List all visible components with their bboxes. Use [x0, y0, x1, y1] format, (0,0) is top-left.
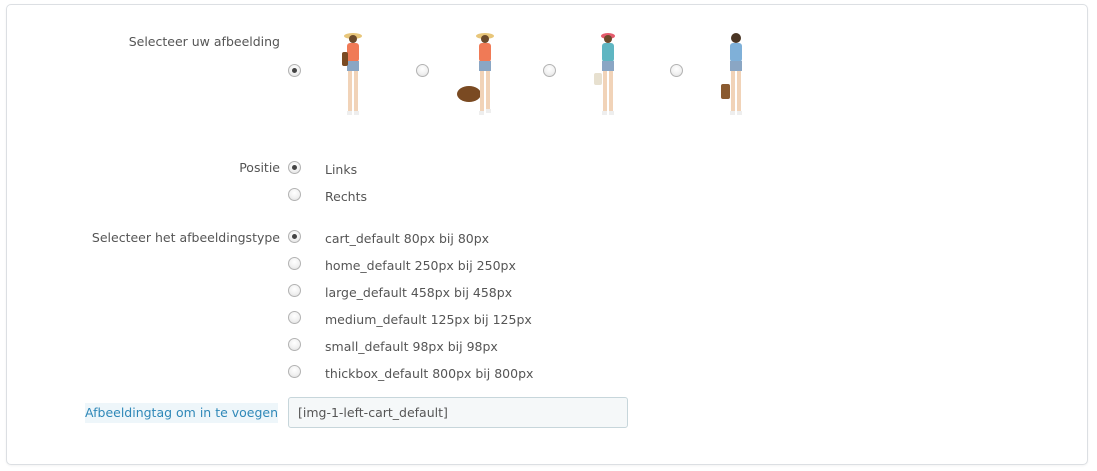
image-type-cart-label[interactable]: cart_default 80px bij 80px [325, 231, 489, 246]
image-type-thickbox-label[interactable]: thickbox_default 800px bij 800px [325, 366, 533, 381]
image-type-large-radio[interactable] [288, 284, 301, 297]
product-image-2[interactable] [455, 28, 511, 120]
image-type-medium-radio[interactable] [288, 311, 301, 324]
position-label: Positie [239, 160, 280, 175]
position-right-radio[interactable] [288, 188, 301, 201]
position-left-label[interactable]: Links [325, 162, 357, 177]
image-option-2-radio[interactable] [416, 64, 429, 77]
select-image-label: Selecteer uw afbeelding [128, 34, 280, 49]
product-image-4[interactable] [708, 28, 764, 120]
image-type-home-label[interactable]: home_default 250px bij 250px [325, 258, 516, 273]
image-type-medium-label[interactable]: medium_default 125px bij 125px [325, 312, 532, 327]
position-left-radio[interactable] [288, 161, 301, 174]
image-type-large-label[interactable]: large_default 458px bij 458px [325, 285, 512, 300]
image-type-small-label[interactable]: small_default 98px bij 98px [325, 339, 498, 354]
position-right-label[interactable]: Rechts [325, 189, 367, 204]
image-type-home-radio[interactable] [288, 257, 301, 270]
image-type-small-radio[interactable] [288, 338, 301, 351]
image-type-label: Selecteer het afbeeldingstype [91, 230, 280, 245]
image-type-cart-radio[interactable] [288, 230, 301, 243]
image-option-4-radio[interactable] [670, 64, 683, 77]
image-option-3-radio[interactable] [543, 64, 556, 77]
image-tag-field[interactable] [288, 397, 628, 428]
product-image-3[interactable] [580, 28, 636, 120]
product-image-1[interactable] [325, 28, 381, 120]
image-option-1-radio[interactable] [288, 64, 301, 77]
image-type-thickbox-radio[interactable] [288, 365, 301, 378]
image-tag-label: Afbeeldingtag om in te voegen [85, 403, 278, 423]
